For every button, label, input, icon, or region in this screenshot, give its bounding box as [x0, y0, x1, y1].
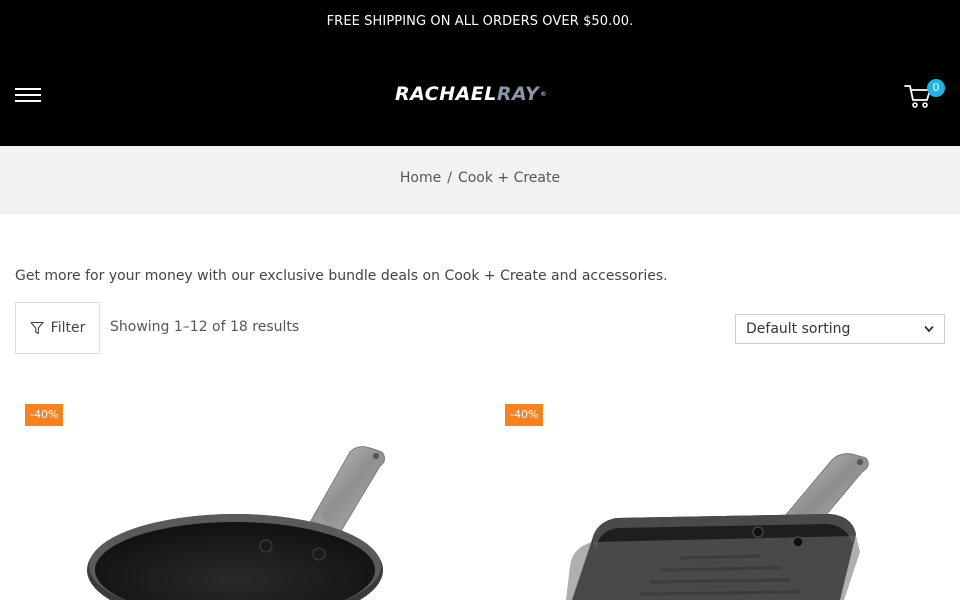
- brand-logo[interactable]: RACHAEL RAY ®: [395, 80, 546, 108]
- results-count: Showing 1–12 of 18 results: [110, 319, 300, 335]
- chevron-down-icon: [924, 325, 934, 333]
- site-header: FREE SHIPPING ON ALL ORDERS OVER $50.00.…: [0, 0, 960, 146]
- logo-trademark: ®: [540, 90, 547, 98]
- sort-select[interactable]: Default sorting: [735, 314, 945, 344]
- breadcrumb: Home / Cook + Create: [0, 146, 960, 214]
- cart-count-badge: 0: [927, 79, 945, 97]
- breadcrumb-current: Cook + Create: [457, 170, 561, 186]
- filter-button[interactable]: Filter: [15, 302, 100, 354]
- skillet-pan-image: [87, 446, 386, 604]
- sort-selected-value: Default sorting: [746, 321, 851, 337]
- logo-text-secondary: RAY: [496, 83, 540, 105]
- grill-pan-image: [566, 453, 869, 600]
- product-card[interactable]: [20, 430, 460, 604]
- menu-icon[interactable]: [15, 88, 41, 106]
- breadcrumb-home-link[interactable]: Home: [400, 170, 441, 186]
- announcement-bar: FREE SHIPPING ON ALL ORDERS OVER $50.00.: [326, 14, 634, 29]
- category-description: Get more for your money with our exclusi…: [15, 268, 668, 284]
- discount-badge: -40%: [505, 404, 544, 426]
- filter-icon: [30, 321, 44, 335]
- logo-text-primary: RACHAEL: [395, 83, 497, 105]
- filter-label: Filter: [50, 320, 86, 336]
- discount-badge: -40%: [25, 404, 64, 426]
- product-card[interactable]: [500, 430, 940, 600]
- breadcrumb-separator: /: [447, 170, 452, 186]
